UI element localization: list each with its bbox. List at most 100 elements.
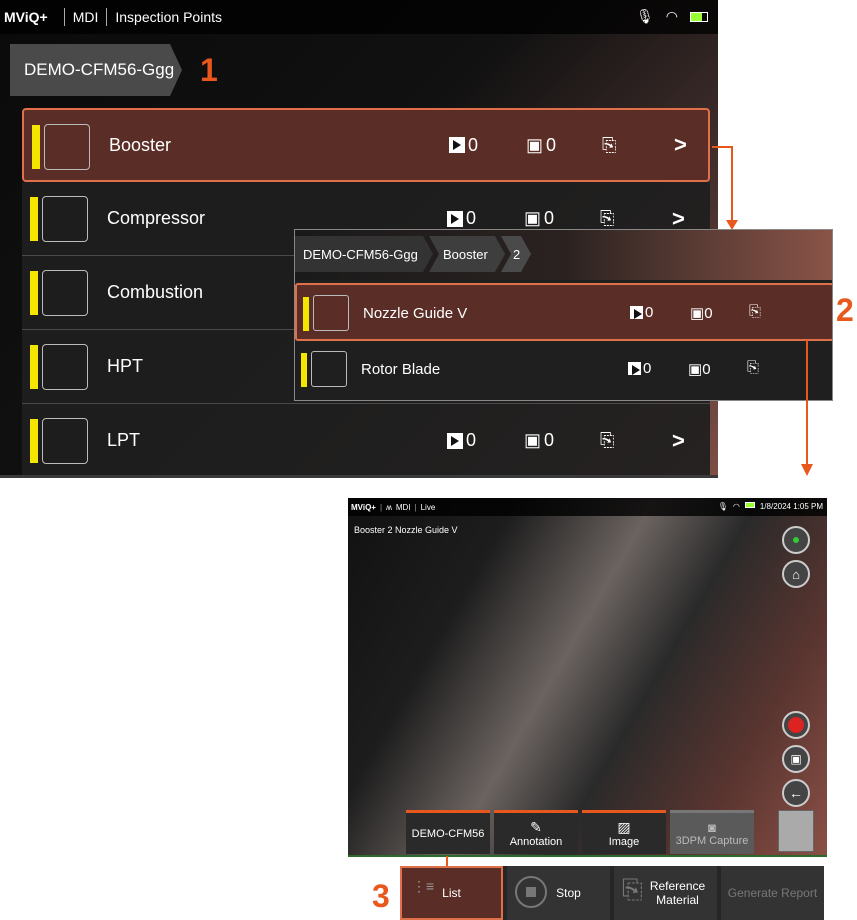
status-marker: [301, 353, 307, 387]
record-icon: [788, 717, 804, 733]
breadcrumb-asset[interactable]: DEMO-CFM56-Ggg: [10, 44, 182, 96]
tab-label: DEMO-CFM56: [411, 827, 485, 840]
tab-asset[interactable]: DEMO-CFM56: [406, 810, 490, 854]
thumbnail: [313, 295, 349, 331]
status-marker: [30, 419, 38, 463]
list-item[interactable]: LPT 0 ▣ 0 ⎘ >: [22, 404, 710, 475]
item-label: Rotor Blade: [361, 361, 441, 378]
video-icon: [447, 432, 463, 449]
mode-label: MDI: [395, 502, 411, 512]
status-marker: [30, 345, 38, 389]
tab-image[interactable]: ▨ Image: [582, 810, 666, 854]
record-button[interactable]: [782, 711, 810, 739]
home-button[interactable]: ⌂: [782, 560, 810, 588]
document-icon[interactable]: ⎘: [600, 208, 614, 229]
arrow-down-icon: [801, 464, 813, 476]
joystick-pad[interactable]: [778, 810, 814, 852]
status-marker: [30, 197, 38, 241]
chevron-right-icon[interactable]: >: [672, 428, 685, 454]
image-icon: ▨: [617, 819, 631, 835]
status-bar: MViQ+ | ʍ MDI | Live 🎙 ◠ 1/8/2024 1:05 P…: [348, 498, 827, 516]
document-icon[interactable]: ⎘: [602, 135, 616, 156]
annotation-icon: ✎: [530, 819, 542, 835]
datetime: 1/8/2024 1:05 PM: [759, 502, 823, 511]
live-view-screen: MViQ+ | ʍ MDI | Live 🎙 ◠ 1/8/2024 1:05 P…: [348, 498, 827, 856]
list-item[interactable]: Booster 0 ▣ 0 ⎘ >: [22, 108, 710, 182]
divider: |: [414, 502, 417, 512]
reference-material-button[interactable]: ⎘ Reference Material: [614, 866, 717, 920]
video-count: 0: [449, 135, 478, 156]
button-label: List: [442, 886, 461, 900]
image-count: ▣0: [690, 304, 713, 322]
status-marker: [32, 125, 40, 169]
thumbnail: [42, 196, 88, 242]
divider: [63, 8, 65, 26]
camera-icon: ◙: [708, 820, 716, 835]
status-bar: MViQ+ MDI Inspection Points 🎙 ◠: [0, 0, 718, 34]
tab-annotation[interactable]: ✎ Annotation: [494, 810, 578, 854]
status-marker: [303, 297, 309, 331]
home-icon: ⌂: [792, 566, 800, 582]
list-icon: ⋮≡: [412, 878, 435, 894]
tab-3dpm-capture[interactable]: ◙ 3DPM Capture: [670, 810, 754, 854]
action-bar: ⋮≡ List Stop ⎘ Reference Material Genera…: [400, 866, 824, 920]
app-logo: MViQ+: [4, 9, 48, 25]
image-count: ▣0: [524, 430, 554, 451]
image-count-value: 0: [702, 361, 711, 378]
video-count: 0: [447, 430, 476, 451]
connector-line: [731, 146, 733, 224]
live-indicator-button[interactable]: [782, 526, 810, 554]
button-label: Generate Report: [727, 886, 818, 900]
document-icon[interactable]: ⎘: [600, 430, 614, 451]
tab-label: Image: [608, 836, 640, 848]
inspection-title: Booster 2 Nozzle Guide V: [354, 525, 458, 535]
connector-line: [806, 340, 808, 466]
item-label: Nozzle Guide V: [363, 305, 468, 322]
save-icon: ▣: [790, 752, 802, 766]
image-icon: ▣: [690, 305, 705, 322]
stop-button[interactable]: Stop: [507, 866, 610, 920]
stop-icon: [515, 876, 547, 908]
screen-title: Inspection Points: [115, 9, 222, 25]
battery-icon: [690, 11, 708, 22]
mdi-icon: ʍ: [386, 502, 392, 512]
callout-2: 2: [836, 292, 854, 328]
video-count-value: 0: [468, 134, 479, 155]
video-count: 0: [447, 208, 476, 229]
app-logo: MViQ+: [351, 502, 376, 512]
video-count: 0: [630, 304, 653, 321]
callout-1: 1: [200, 52, 218, 88]
breadcrumb-booster[interactable]: Booster: [429, 236, 505, 272]
save-button[interactable]: ▣: [782, 745, 810, 773]
generate-report-button[interactable]: Generate Report: [721, 866, 824, 920]
live-dot-icon: [793, 537, 799, 543]
chevron-right-icon[interactable]: >: [674, 132, 687, 158]
status-marker: [30, 271, 38, 315]
divider: |: [379, 502, 383, 512]
item-label: Combustion: [107, 282, 204, 302]
image-icon: ▣: [526, 134, 544, 155]
breadcrumb-level[interactable]: 2: [501, 236, 531, 272]
breadcrumb-asset[interactable]: DEMO-CFM56-Ggg: [295, 236, 433, 272]
list-item[interactable]: Rotor Blade 0 ▣0 ⎘: [295, 341, 832, 399]
image-icon: ▣: [524, 208, 542, 228]
microphone-icon: 🎙: [717, 502, 728, 511]
item-label: LPT: [107, 430, 141, 450]
image-count: ▣0: [524, 208, 554, 229]
connector-line: [712, 146, 732, 148]
image-count: ▣0: [526, 135, 556, 156]
wifi-icon: ◠: [665, 8, 678, 24]
list-item[interactable]: Nozzle Guide V 0 ▣0 ⎘: [295, 283, 832, 341]
image-count-value: 0: [544, 430, 555, 450]
document-icon[interactable]: ⎘: [749, 303, 761, 320]
back-button[interactable]: ←: [782, 779, 810, 807]
video-count-value: 0: [645, 304, 654, 321]
image-count: ▣0: [688, 360, 711, 378]
button-label: Reference Material: [649, 879, 706, 907]
document-icon[interactable]: ⎘: [747, 359, 759, 376]
chevron-right-icon[interactable]: >: [672, 206, 685, 232]
video-count-value: 0: [643, 360, 652, 377]
list-button[interactable]: ⋮≡ List: [400, 866, 503, 920]
back-arrow-icon: ←: [789, 785, 803, 801]
thumbnail: [42, 344, 88, 390]
